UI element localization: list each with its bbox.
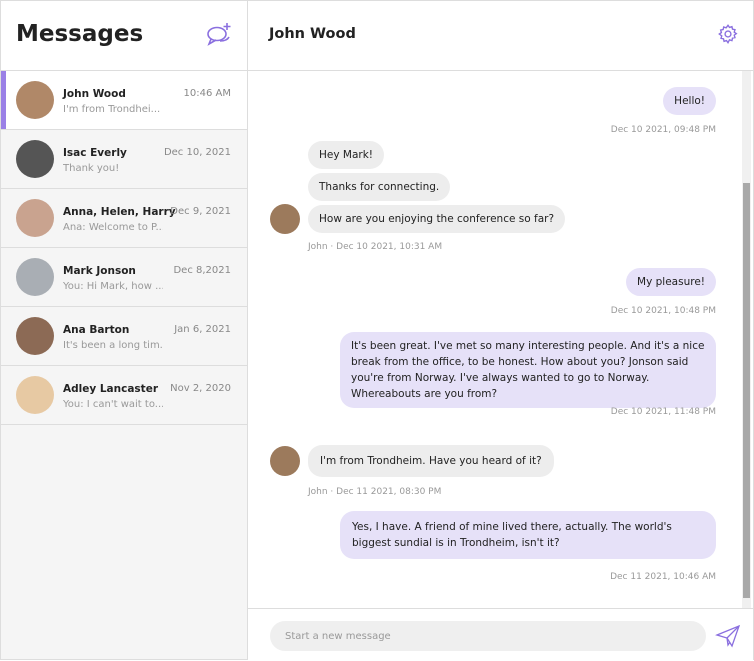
conversation-preview: Thank you! bbox=[63, 163, 120, 174]
new-chat-icon[interactable] bbox=[206, 21, 234, 47]
avatar bbox=[270, 204, 300, 234]
message-timestamp: Dec 11 2021, 10:46 AM bbox=[610, 572, 716, 582]
message-bubble-incoming: How are you enjoying the conference so f… bbox=[308, 205, 566, 233]
conversation-name: Adley Lancaster bbox=[63, 383, 158, 395]
send-icon[interactable] bbox=[715, 623, 741, 649]
conversation-item[interactable]: Adley Lancaster Nov 2, 2020 You: I can't… bbox=[1, 366, 247, 425]
chat-header: John Wood bbox=[248, 1, 753, 71]
message-list: Hello! Dec 10 2021, 09:48 PM Hey Mark! T… bbox=[248, 71, 753, 608]
message-bubble-outgoing: It's been great. I've met so many intere… bbox=[340, 332, 716, 408]
message-timestamp: Dec 10 2021, 10:48 PM bbox=[610, 306, 716, 316]
conversation-item[interactable]: Anna, Helen, Harry Dec 9, 2021 Ana: Welc… bbox=[1, 189, 247, 248]
message-bubble-incoming: Hey Mark! bbox=[308, 141, 385, 169]
conversation-preview: Ana: Welcome to P... bbox=[63, 222, 163, 233]
message-meta: John · Dec 10 2021, 10:31 AM bbox=[308, 242, 443, 252]
avatar bbox=[270, 446, 300, 476]
conversation-item[interactable]: Mark Jonson Dec 8,2021 You: Hi Mark, how… bbox=[1, 248, 247, 307]
conversation-time: Dec 9, 2021 bbox=[170, 206, 231, 217]
avatar bbox=[16, 258, 54, 296]
conversation-time: Nov 2, 2020 bbox=[170, 383, 231, 394]
conversation-name: Anna, Helen, Harry bbox=[63, 206, 176, 218]
composer bbox=[248, 608, 753, 661]
conversation-time: Dec 10, 2021 bbox=[163, 147, 231, 158]
sidebar-title: Messages bbox=[16, 21, 144, 47]
conversation-sidebar: Messages John Wood 10:46 AM I'm from Tro… bbox=[0, 0, 248, 660]
avatar bbox=[16, 140, 54, 178]
conversation-preview: You: I can't wait to... bbox=[63, 399, 163, 410]
scrollbar-thumb[interactable] bbox=[743, 183, 750, 598]
conversation-time: Dec 8,2021 bbox=[173, 265, 231, 276]
scrollbar[interactable] bbox=[742, 71, 751, 608]
message-bubble-outgoing: Hello! bbox=[663, 87, 716, 115]
message-bubble-outgoing: My pleasure! bbox=[626, 268, 716, 296]
message-meta: John · Dec 11 2021, 08:30 PM bbox=[308, 487, 442, 497]
avatar bbox=[16, 199, 54, 237]
avatar bbox=[16, 81, 54, 119]
conversation-preview: You: Hi Mark, how ... bbox=[63, 281, 163, 292]
conversation-name: Mark Jonson bbox=[63, 265, 136, 277]
chat-panel: John Wood Hello! Dec 10 2021, 09:48 PM H… bbox=[248, 0, 754, 660]
conversation-name: Ana Barton bbox=[63, 324, 130, 336]
chat-title: John Wood bbox=[269, 26, 356, 42]
conversation-preview: It's been a long tim... bbox=[63, 340, 163, 351]
conversation-name: John Wood bbox=[63, 88, 126, 100]
conversation-item[interactable]: Ana Barton Jan 6, 2021 It's been a long … bbox=[1, 307, 247, 366]
message-input[interactable] bbox=[270, 621, 706, 651]
conversation-name: Isac Everly bbox=[63, 147, 127, 159]
avatar bbox=[16, 317, 54, 355]
message-timestamp: Dec 10 2021, 11:48 PM bbox=[610, 407, 716, 417]
avatar bbox=[16, 376, 54, 414]
conversation-item[interactable]: John Wood 10:46 AM I'm from Trondhei... bbox=[1, 71, 247, 130]
message-timestamp: Dec 10 2021, 09:48 PM bbox=[610, 125, 716, 135]
conversation-time: 10:46 AM bbox=[183, 88, 231, 99]
gear-icon[interactable] bbox=[717, 23, 739, 45]
message-bubble-outgoing: Yes, I have. A friend of mine lived ther… bbox=[340, 511, 716, 559]
conversation-time: Jan 6, 2021 bbox=[174, 324, 231, 335]
message-bubble-incoming: Thanks for connecting. bbox=[308, 173, 451, 201]
conversation-item[interactable]: Isac Everly Dec 10, 2021 Thank you! bbox=[1, 130, 247, 189]
conversation-preview: I'm from Trondhei... bbox=[63, 104, 161, 115]
sidebar-header: Messages bbox=[1, 1, 247, 71]
message-bubble-incoming: I'm from Trondheim. Have you heard of it… bbox=[308, 445, 554, 477]
